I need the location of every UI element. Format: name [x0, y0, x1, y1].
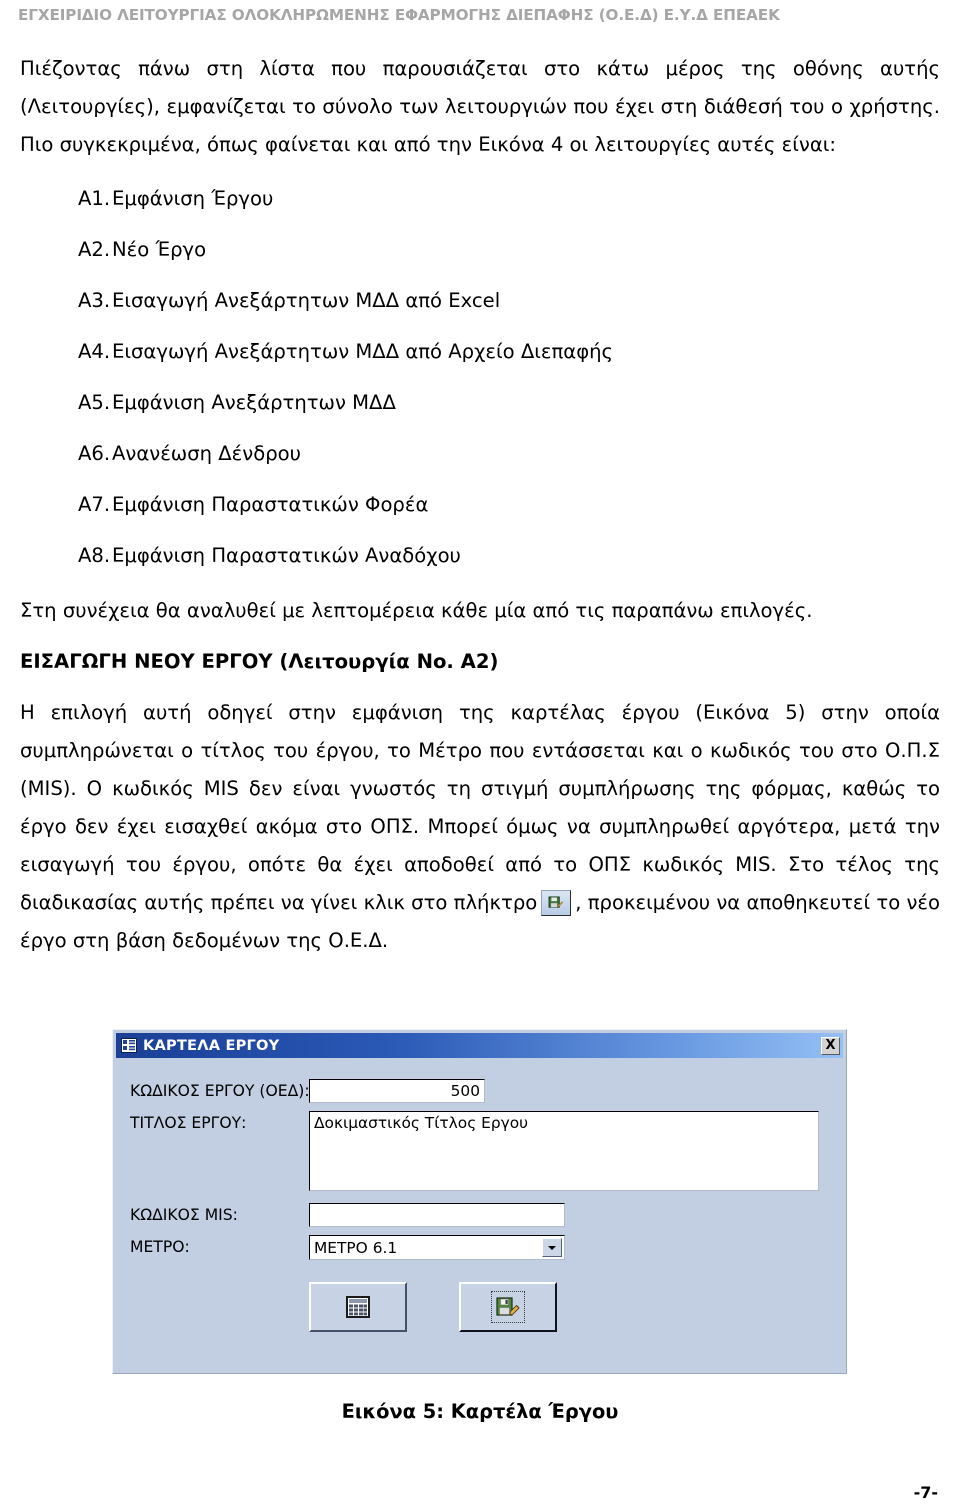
save-button[interactable] [459, 1282, 557, 1332]
metro-select[interactable]: ΜΕΤΡΟ 6.1 [309, 1235, 565, 1260]
functions-list: A1. Εμφάνιση Έργου A2. Νέο Έργο A3. Εισα… [20, 184, 940, 570]
intro-paragraph: Πιέζοντας πάνω στη λίστα που παρουσιάζετ… [20, 57, 940, 156]
list-item-key: A4. [78, 340, 111, 363]
close-icon[interactable]: X [821, 1036, 840, 1055]
mis-code-label: ΚΩΔΙΚΟΣ MIS: [130, 1206, 238, 1224]
section-heading: ΕΙΣΑΓΩΓΗ ΝΕΟΥ ΕΡΓΟΥ (Λειτουργία No. A2) [20, 650, 499, 673]
list-item-label: Εμφάνιση Ανεξάρτητων ΜΔΔ [112, 391, 396, 414]
project-title-input[interactable]: Δοκιμαστικός Τίτλος Εργου [309, 1111, 819, 1191]
list-item-key: A3. [78, 289, 111, 312]
list-item-label: Ανανέωση Δένδρου [112, 442, 301, 465]
project-card-dialog: ΚΑΡΤΕΛΑ ΕΡΓΟΥ X ΚΩΔΙΚΟΣ ΕΡΓΟΥ (ΟΕΔ): 500… [112, 1029, 847, 1374]
list-item-key: A8. [78, 544, 111, 567]
list-item-key: A5. [78, 391, 111, 414]
page-number: -7- [913, 1483, 938, 1502]
dialog-titlebar: ΚΑΡΤΕΛΑ ΕΡΓΟΥ X [116, 1033, 843, 1058]
list-item-key: A7. [78, 493, 111, 516]
metro-label: ΜΕΤΡΟ: [130, 1238, 190, 1256]
list-item-key: A2. [78, 238, 111, 261]
grid-table-icon [346, 1296, 370, 1318]
document-body: Πιέζοντας πάνω στη λίστα που παρουσιάζετ… [20, 50, 940, 960]
list-item-label: Εισαγωγή Ανεξάρτητων ΜΔΔ από Excel [112, 289, 501, 312]
mis-code-input[interactable] [309, 1203, 565, 1227]
list-item-label: Νέο Έργο [112, 238, 207, 261]
project-title-label: ΤΙΤΛΟΣ ΕΡΓΟΥ: [130, 1114, 247, 1132]
list-item: A1. Εμφάνιση Έργου [20, 184, 940, 213]
list-item: A4. Εισαγωγή Ανεξάρτητων ΜΔΔ από Αρχείο … [20, 337, 940, 366]
window-grid-icon [121, 1038, 137, 1053]
list-item-label: Εμφάνιση Παραστατικών Φορέα [112, 493, 429, 516]
project-code-label: ΚΩΔΙΚΟΣ ΕΡΓΟΥ (ΟΕΔ): [130, 1082, 310, 1100]
figure-caption: Εικόνα 5: Καρτέλα Έργου [341, 1400, 619, 1423]
list-item: A8. Εμφάνιση Παραστατικών Αναδόχου [20, 541, 940, 570]
save-disk-pencil-icon [496, 1297, 520, 1316]
project-code-input[interactable]: 500 [309, 1079, 485, 1103]
section-paragraph-part1: Η επιλογή αυτή οδηγεί στην εμφάνιση της … [20, 701, 940, 914]
list-item: A2. Νέο Έργο [20, 235, 940, 264]
list-item-key: A1. [78, 187, 111, 210]
dialog-form: ΚΩΔΙΚΟΣ ΕΡΓΟΥ (ΟΕΔ): 500 ΤΙΤΛΟΣ ΕΡΓΟΥ: Δ… [113, 1060, 846, 1373]
list-item: A6. Ανανέωση Δένδρου [20, 439, 940, 468]
list-item-label: Εισαγωγή Ανεξάρτητων ΜΔΔ από Αρχείο Διεπ… [112, 340, 614, 363]
chevron-down-icon[interactable] [542, 1238, 562, 1257]
document-page: ΕΓΧΕΙΡΙΔΙΟ ΛΕΙΤΟΥΡΓΙΑΣ ΟΛΟΚΛΗΡΩΜΕΝΗΣ ΕΦΑ… [0, 0, 960, 1512]
running-header: ΕΓΧΕΙΡΙΔΙΟ ΛΕΙΤΟΥΡΓΙΑΣ ΟΛΟΚΛΗΡΩΜΕΝΗΣ ΕΦΑ… [18, 6, 780, 24]
dialog-title: ΚΑΡΤΕΛΑ ΕΡΓΟΥ [143, 1037, 280, 1054]
list-item: A7. Εμφάνιση Παραστατικών Φορέα [20, 490, 940, 519]
list-item: A3. Εισαγωγή Ανεξάρτητων ΜΔΔ από Excel [20, 286, 940, 315]
list-item-label: Εμφάνιση Έργου [112, 187, 274, 210]
list-item-key: A6. [78, 442, 111, 465]
list-item-label: Εμφάνιση Παραστατικών Αναδόχου [112, 544, 461, 567]
focus-ring [491, 1291, 525, 1323]
metro-selected-value: ΜΕΤΡΟ 6.1 [314, 1238, 398, 1257]
section-paragraph: Η επιλογή αυτή οδηγεί στην εμφάνιση της … [20, 694, 940, 960]
save-disk-pencil-icon[interactable] [541, 890, 572, 916]
grid-button[interactable] [309, 1282, 407, 1332]
list-item: A5. Εμφάνιση Ανεξάρτητων ΜΔΔ [20, 388, 940, 417]
after-list-paragraph: Στη συνέχεια θα αναλυθεί με λεπτομέρεια … [20, 599, 813, 622]
